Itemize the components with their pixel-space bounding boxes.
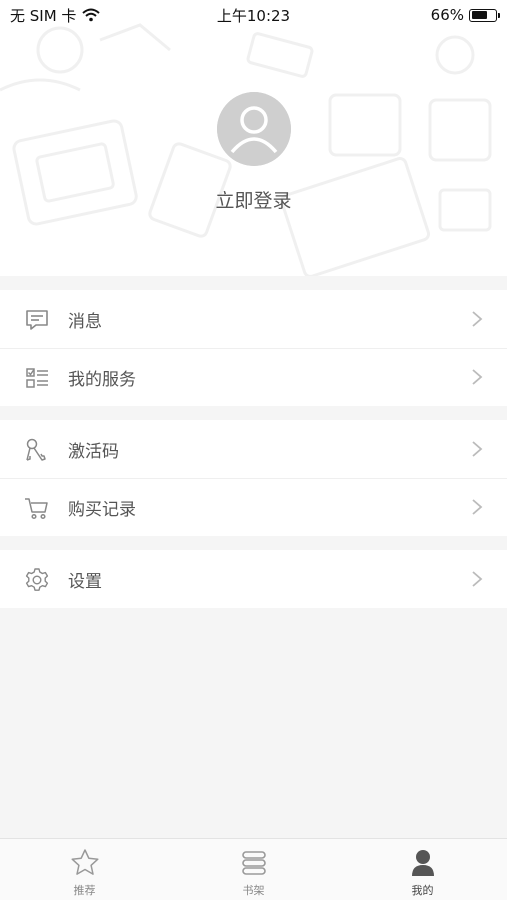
menu-item-label: 我的服务 (68, 369, 136, 390)
chevron-right-icon (472, 571, 483, 587)
wifi-icon (82, 8, 101, 22)
clock: 上午10:23 (216, 6, 291, 25)
chevron-right-icon (472, 311, 483, 327)
menu-item-settings[interactable]: 设置 (0, 550, 507, 608)
menu-group-3: 设置 (0, 550, 507, 608)
menu-item-my-services[interactable]: 我的服务 (0, 348, 507, 406)
user-avatar-icon[interactable] (217, 92, 291, 166)
tab-label: 书架 (242, 884, 265, 897)
service-list-icon (26, 368, 48, 388)
menu-item-label: 激活码 (68, 441, 119, 462)
tab-recommend[interactable]: 推荐 (0, 839, 169, 900)
menu-item-messages[interactable]: 消息 (0, 290, 507, 348)
login-link[interactable]: 立即登录 (0, 186, 507, 213)
profile-header: 立即登录 (0, 0, 507, 276)
chevron-right-icon (472, 499, 483, 515)
tab-label: 我的 (411, 884, 434, 897)
key-icon (26, 438, 46, 461)
battery-percent: 66% (430, 6, 464, 24)
star-icon (70, 849, 99, 875)
battery-icon (469, 8, 500, 22)
chevron-right-icon (472, 369, 483, 385)
menu-item-activation-code[interactable]: 激活码 (0, 420, 507, 478)
menu-group-1: 消息 我的服务 (0, 290, 507, 406)
tab-mine[interactable]: 我的 (338, 839, 507, 900)
bottom-tab-bar: 推荐 书架 我的 (0, 838, 507, 900)
cart-icon (25, 498, 48, 520)
menu-item-label: 购买记录 (68, 499, 136, 520)
message-icon (26, 310, 48, 330)
carrier-label: 无 SIM 卡 (10, 6, 77, 25)
tab-label: 推荐 (73, 884, 96, 897)
menu-item-label: 消息 (68, 311, 102, 332)
gear-icon (25, 568, 49, 591)
status-bar: 无 SIM 卡 上午10:23 66% (0, 0, 507, 30)
menu-group-2: 激活码 购买记录 (0, 420, 507, 536)
bookshelf-icon (241, 851, 266, 875)
menu-item-purchase-history[interactable]: 购买记录 (0, 478, 507, 536)
tab-bookshelf[interactable]: 书架 (169, 839, 338, 900)
chevron-right-icon (472, 441, 483, 457)
person-icon (411, 850, 434, 876)
menu-item-label: 设置 (68, 571, 102, 592)
